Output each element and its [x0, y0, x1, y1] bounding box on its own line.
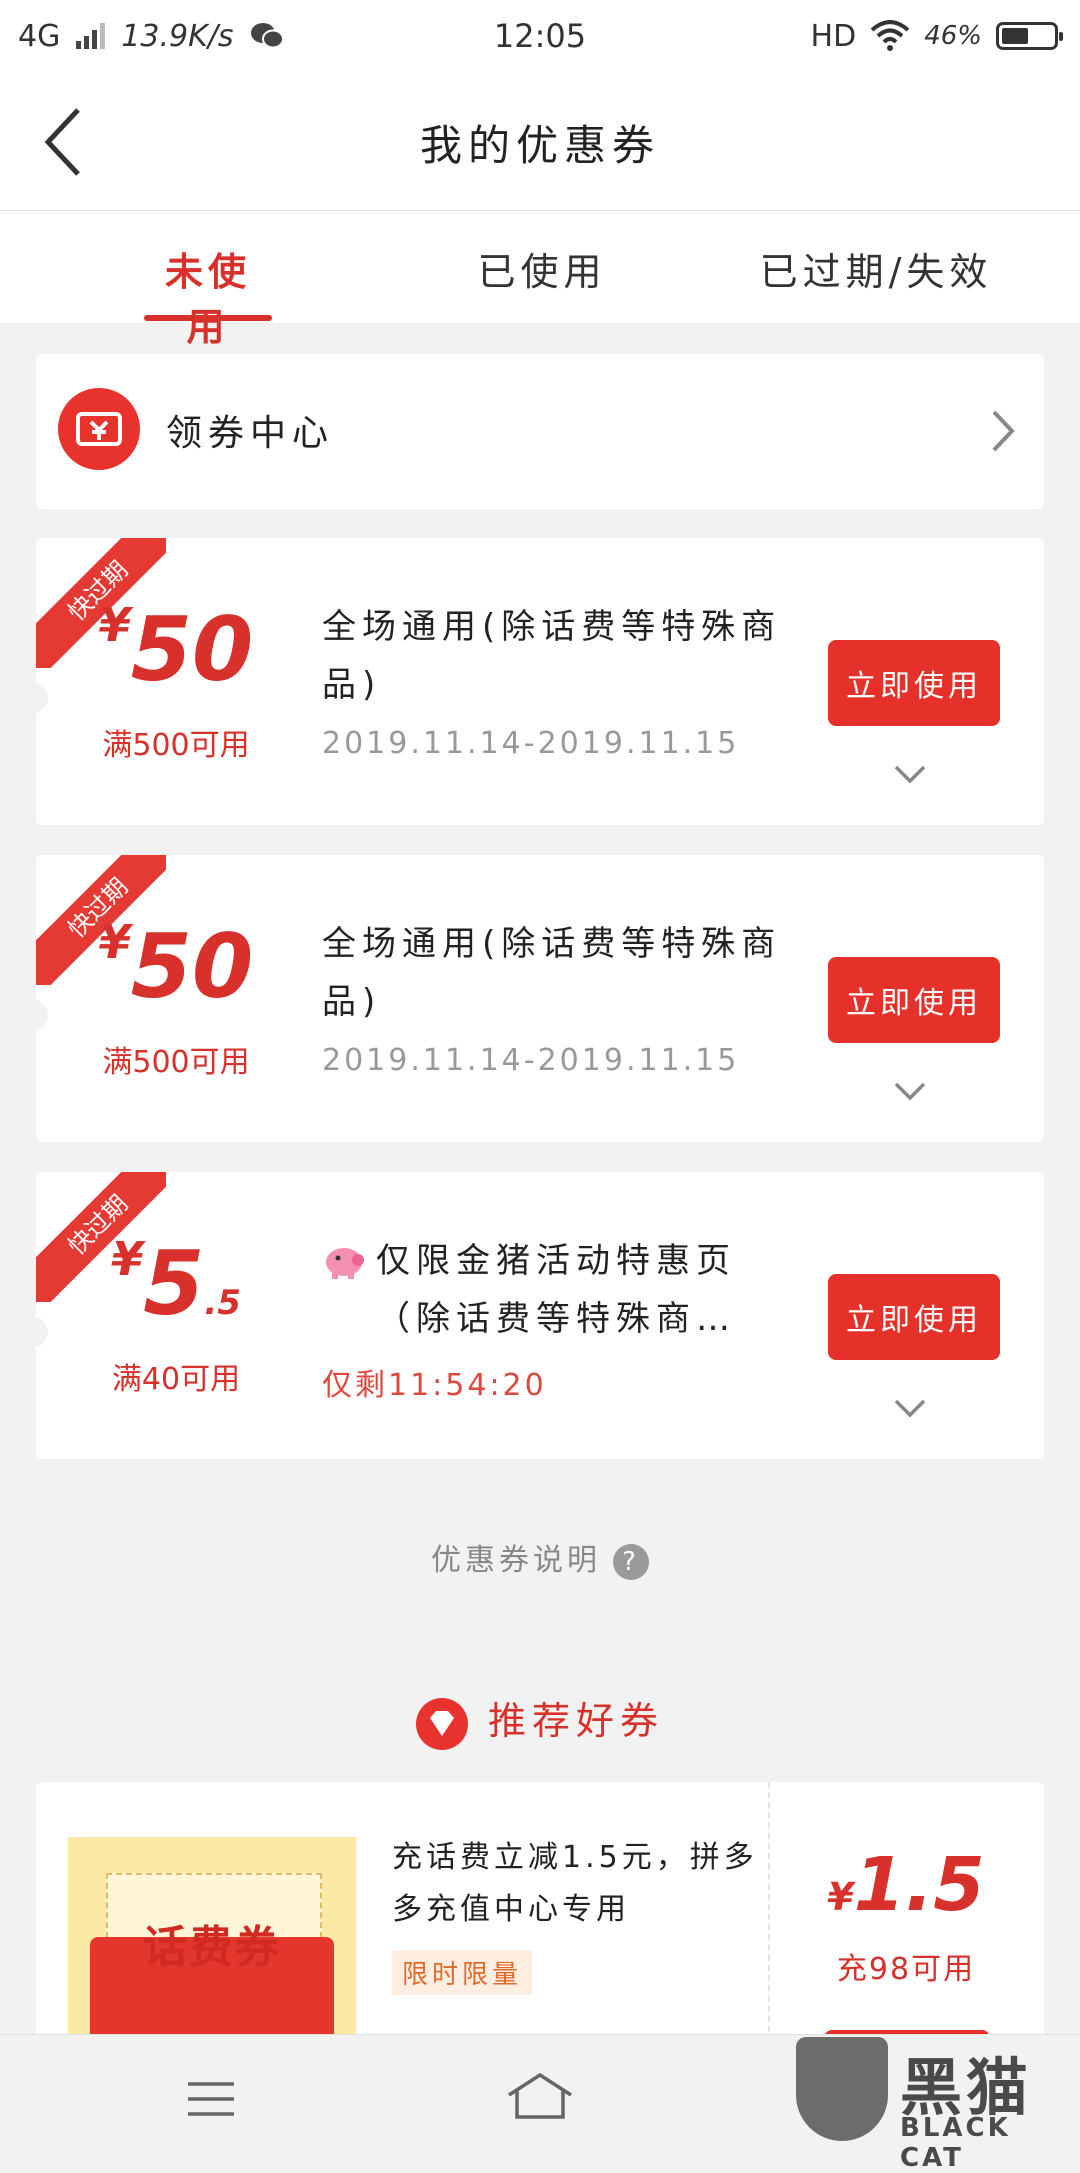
amount-value: 5	[143, 1232, 205, 1335]
chevron-down-icon[interactable]	[892, 1397, 928, 1419]
currency-symbol: ¥	[111, 1232, 144, 1286]
coupon-description-text: 仅限金猪活动特惠页（除话费等特殊商…	[376, 1241, 736, 1339]
coupon-condition: 满40可用	[111, 1362, 241, 1397]
battery-icon	[996, 22, 1063, 50]
chevron-down-icon[interactable]	[892, 1080, 928, 1102]
currency-symbol: ¥	[827, 1875, 854, 1919]
cat-shield-icon	[796, 2037, 888, 2141]
home-icon[interactable]	[505, 2071, 575, 2125]
chevron-down-icon[interactable]	[892, 763, 928, 785]
menu-icon[interactable]	[186, 2081, 236, 2117]
chevron-right-icon	[992, 410, 1015, 452]
use-now-button[interactable]: 立即使用	[828, 1274, 1000, 1360]
recommend-amount: ¥1.5	[796, 1842, 1016, 1928]
card-divider	[768, 1782, 770, 2042]
page-title: 我的优惠券	[419, 121, 660, 170]
coupon-amount: ¥50	[76, 598, 276, 701]
currency-symbol: ¥	[98, 915, 131, 969]
recommend-coupon-card[interactable]: 话费券 充话费立减1.5元，拼多多充值中心专用 限时限量 ¥1.5 充98可用	[36, 1782, 1044, 2042]
coupon-card: 快过期 ¥50 满500可用 全场通用(除话费等特殊商品) 2019.11.14…	[36, 855, 1044, 1142]
coupon-image-text: 话费券	[143, 1922, 281, 1973]
amount-decimal: .5	[204, 1283, 241, 1323]
coupon-date: 2019.11.14-2019.11.15	[322, 726, 740, 761]
question-icon: ?	[613, 1543, 649, 1580]
coupon-condition: 满500可用	[102, 1045, 250, 1080]
watermark-en: BLACK CAT	[900, 2113, 1011, 2173]
tab-expired[interactable]: 已过期/失效	[756, 241, 996, 296]
hd-label: HD	[810, 18, 857, 54]
coupon-amount: ¥50	[76, 915, 276, 1018]
recommend-title: 推荐好券	[0, 1690, 1080, 1750]
amount-value: 50	[130, 598, 254, 701]
coupon-date: 2019.11.14-2019.11.15	[322, 1043, 740, 1078]
tab-bar: 未使用 已使用 已过期/失效	[0, 211, 1080, 349]
status-bar: 4G 13.9K/s 12:05 HD 46%	[0, 0, 1080, 72]
coupon-explanation-label: 优惠券说明	[431, 1543, 601, 1578]
coupon-notch	[36, 1000, 48, 1030]
coupon-condition: 满500可用	[102, 728, 250, 763]
pig-icon	[326, 1248, 364, 1279]
use-now-button[interactable]: 立即使用	[828, 957, 1000, 1043]
coupon-card: 快过期 ¥50 满500可用 全场通用(除话费等特殊商品) 2019.11.14…	[36, 538, 1044, 825]
phone-credit-coupon-image: 话费券	[68, 1837, 356, 2042]
coupon-description: 仅限金猪活动特惠页（除话费等特殊商…	[322, 1232, 782, 1348]
coupon-amount: ¥5.5	[76, 1232, 276, 1335]
coupon-notch	[36, 1317, 48, 1347]
tab-used[interactable]: 已使用	[472, 241, 612, 296]
coupon-center-label: 领券中心	[166, 413, 335, 454]
coupon-center-icon	[58, 388, 140, 470]
coupon-description: 全场通用(除话费等特殊商品)	[322, 924, 782, 1022]
coupon-center-row[interactable]: 领券中心	[36, 354, 1044, 509]
coupon-notch	[36, 683, 48, 713]
system-nav-bar: 黑猫 BLACK CAT	[0, 2034, 1080, 2173]
amount-value: 50	[130, 915, 254, 1018]
coupon-description: 全场通用(除话费等特殊商品)	[322, 607, 782, 705]
wifi-icon	[870, 20, 910, 51]
recommend-condition: 充98可用	[836, 1952, 976, 1987]
battery-percent: 46%	[924, 21, 982, 51]
amount-value: 1.5	[853, 1842, 985, 1928]
watermark-logo: 黑猫 BLACK CAT	[796, 2037, 1066, 2173]
recommend-description: 充话费立减1.5元，拼多多充值中心专用	[392, 1840, 758, 1927]
diamond-icon	[415, 1697, 468, 1750]
use-now-button[interactable]: 立即使用	[828, 640, 1000, 726]
coupon-countdown: 仅剩11:54:20	[322, 1368, 547, 1403]
tab-unused[interactable]: 未使用	[144, 241, 272, 351]
recommend-title-text: 推荐好券	[487, 1699, 664, 1743]
header: 我的优惠券	[0, 72, 1080, 211]
status-right: HD 46%	[810, 18, 1063, 54]
coupon-explanation-link[interactable]: 优惠券说明?	[0, 1535, 1080, 1580]
tab-indicator	[144, 315, 272, 321]
coupon-card: 快过期 ¥5.5 满40可用 仅限金猪活动特惠页（除话费等特殊商… 仅剩11:5…	[36, 1172, 1044, 1459]
limited-tag: 限时限量	[392, 1950, 533, 1995]
currency-symbol: ¥	[98, 598, 131, 652]
